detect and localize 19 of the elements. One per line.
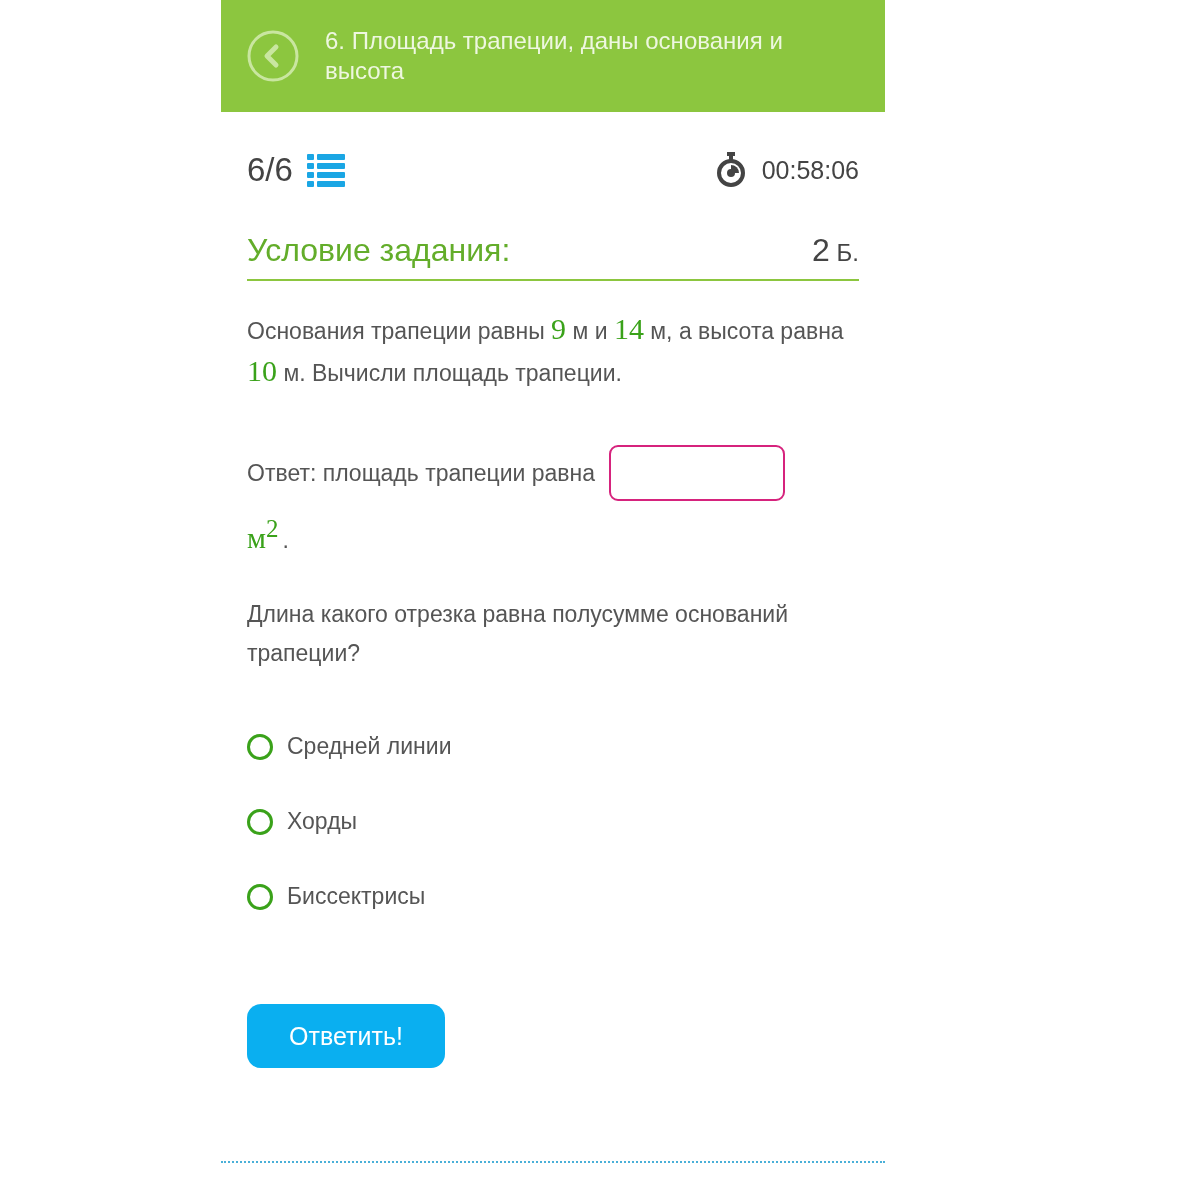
- task-title: 6. Площадь трапеции, даны основания и высота: [325, 26, 784, 86]
- question-text: Длина какого отрезка равна полусумме оснований трапеции?: [247, 600, 790, 668]
- answer-field[interactable]: [609, 445, 786, 501]
- stopwatch-icon: [715, 152, 746, 188]
- list-icon[interactable]: [306, 153, 345, 187]
- task-condition: Основания трапеции равны 9 м и 14 м, а высота равна 10 м. Вычисли площадь трапеции.: [247, 311, 845, 389]
- radio-button[interactable]: [247, 883, 273, 910]
- option-label[interactable]: Средней линии: [287, 727, 452, 766]
- points: 2 Б.: [812, 232, 859, 269]
- option-label[interactable]: Биссектрисы: [287, 877, 426, 916]
- timer: 00:58:06: [761, 155, 859, 185]
- section-heading: Условие задания:: [247, 232, 511, 269]
- option-label[interactable]: Хорды: [287, 802, 358, 841]
- period: .: [282, 527, 289, 554]
- unit-label: м$^{2}$: [247, 515, 279, 555]
- answer-label: Ответ: площадь трапеции равна: [247, 458, 596, 488]
- radio-button[interactable]: [247, 733, 273, 760]
- radio-button[interactable]: [247, 808, 273, 835]
- task-counter: 6/6: [247, 151, 293, 189]
